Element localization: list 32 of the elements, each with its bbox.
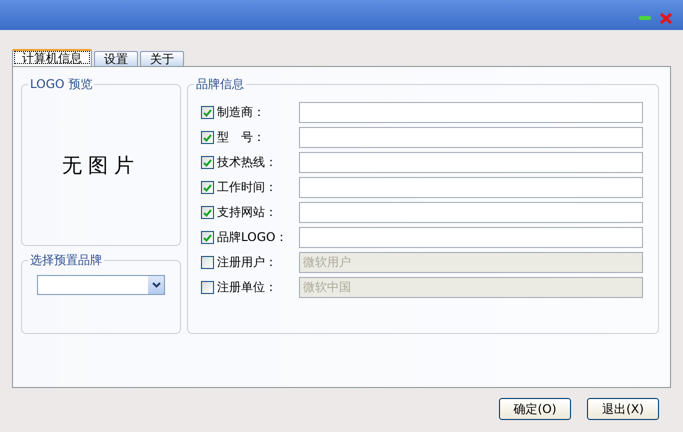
checkbox[interactable]: [201, 231, 214, 244]
checkbox[interactable]: [201, 206, 214, 219]
input-field[interactable]: [299, 102, 643, 123]
field-label: 型 号：: [217, 129, 266, 146]
tab[interactable]: 关于: [140, 51, 184, 66]
caret-icon[interactable]: [152, 282, 160, 288]
dialog-button[interactable]: 退出(X): [587, 398, 659, 420]
input-field[interactable]: [299, 152, 643, 173]
field-label: 注册单位：: [217, 279, 278, 296]
group-title: 选择预置品牌: [28, 253, 104, 267]
field-label: 制造商：: [217, 104, 266, 121]
checkbox[interactable]: [201, 256, 214, 269]
tab[interactable]: 计算机信息: [12, 49, 92, 66]
tab[interactable]: 设置: [94, 51, 138, 66]
field-label: 支持网站：: [217, 204, 278, 221]
input-field[interactable]: [299, 127, 643, 148]
checkbox[interactable]: [201, 281, 214, 294]
group-title: 品牌信息: [194, 77, 246, 91]
dialog-button[interactable]: 确定(O): [499, 398, 571, 420]
input-field[interactable]: [299, 177, 643, 198]
checkbox[interactable]: [201, 106, 214, 119]
field-label: 注册用户：: [217, 254, 278, 271]
input-field[interactable]: [299, 202, 643, 223]
no-image-text: 无图片: [62, 152, 140, 178]
group-title: LOGO 预览: [28, 77, 94, 91]
field-label: 品牌LOGO：: [217, 229, 288, 246]
field-label: 技术热线：: [217, 154, 278, 171]
checkbox[interactable]: [201, 156, 214, 169]
checkbox[interactable]: [201, 131, 214, 144]
field-label: 工作时间：: [217, 179, 278, 196]
input-field[interactable]: [299, 227, 643, 248]
checkbox[interactable]: [201, 181, 214, 194]
